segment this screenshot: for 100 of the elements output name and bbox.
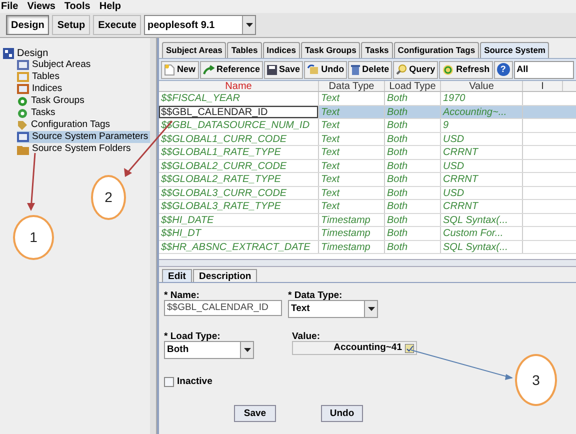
table-row[interactable]: $$HI_DATE Timestamp Both SQL Syntax(... — [159, 214, 576, 227]
table-cell: Both — [385, 227, 441, 240]
table-cell: Both — [385, 240, 441, 253]
checkbox-label: Inactive — [177, 375, 212, 389]
mode-button[interactable]: Setup — [52, 15, 90, 35]
value-field[interactable]: Accounting~41 — [292, 341, 417, 355]
tab[interactable]: Task Groups — [300, 42, 360, 58]
toolbar-button[interactable]: Query — [393, 60, 438, 78]
table-row[interactable]: $$GLOBAL1_CURR_CODE Text Both USD — [159, 132, 576, 146]
help-button[interactable]: ? — [494, 60, 513, 78]
table-cell: Text — [319, 132, 385, 145]
column-header[interactable]: I — [523, 81, 563, 91]
table-cell: $$GLOBAL1_RATE_TYPE — [159, 146, 319, 158]
arrow-icon — [202, 64, 215, 74]
tree-item[interactable]: Design — [3, 47, 150, 59]
table-cell: Both — [385, 160, 441, 172]
table-row[interactable]: $$FISCAL_YEAR Text Both 1970 — [159, 92, 576, 106]
caret-icon — [244, 348, 250, 352]
table-cell: CRRNT — [441, 173, 523, 186]
table-cell: SQL Syntax(... — [441, 240, 523, 253]
table-row[interactable]: $$GLOBAL2_RATE_TYPE Text Both CRRNT — [159, 173, 576, 186]
table-cell: $$GLOBAL3_RATE_TYPE — [159, 200, 319, 212]
form-button[interactable]: Save — [234, 405, 276, 422]
data-type-dropdown[interactable]: Text — [288, 300, 378, 318]
table-cell: Timestamp — [319, 240, 385, 253]
table-cell: Timestamp — [319, 214, 385, 226]
table-cell: $$HI_DATE — [159, 214, 319, 226]
table-cell: Both — [385, 92, 441, 104]
table-cell: Both — [385, 119, 441, 132]
table-cell: 1970 — [441, 92, 523, 104]
table-row[interactable]: $$GLOBAL3_CURR_CODE Text Both USD — [159, 186, 576, 200]
menu-item[interactable]: Help — [99, 2, 122, 12]
table-cell: $$HR_ABSNC_EXTRACT_DATE — [159, 240, 319, 253]
splitter[interactable] — [159, 259, 576, 267]
table-cell: Text — [319, 146, 385, 158]
tab[interactable]: Edit — [162, 269, 192, 282]
splitter[interactable] — [150, 38, 157, 434]
table-row[interactable]: $$HI_DT Timestamp Both Custom For... — [159, 227, 576, 240]
table-cell: $$GBL_CALENDAR_ID — [159, 106, 319, 118]
save-icon — [267, 64, 278, 74]
toolbar-button[interactable]: Save — [264, 60, 304, 78]
table-row[interactable]: $$GBL_CALENDAR_ID Text Both Accounting~... — [159, 106, 576, 119]
table-cell: $$GLOBAL2_RATE_TYPE — [159, 173, 319, 186]
table-cell: CRRNT — [441, 200, 523, 212]
column-header[interactable]: Data Type — [319, 81, 385, 91]
callout-number: 3 — [515, 354, 557, 406]
table-cell: Text — [319, 186, 385, 199]
undo-icon — [307, 64, 320, 75]
column-header[interactable]: Value — [441, 81, 523, 91]
menu-item[interactable]: File — [1, 2, 18, 12]
table-cell: USD — [441, 186, 523, 199]
tab[interactable]: Tables — [227, 42, 262, 58]
toolbar-button[interactable]: Refresh — [439, 60, 493, 78]
table-row[interactable]: $$GLOBAL3_RATE_TYPE Text Both CRRNT — [159, 200, 576, 214]
column-header[interactable]: Name — [159, 81, 319, 91]
table-cell: Both — [385, 106, 441, 118]
tree-item[interactable]: Configuration Tags — [17, 119, 112, 131]
table-cell: CRRNT — [441, 146, 523, 158]
toolbar-button[interactable]: New — [161, 60, 199, 78]
tab[interactable]: Description — [192, 269, 258, 282]
filter-dropdown[interactable]: All — [514, 60, 574, 78]
toolbar-button[interactable]: Delete — [348, 60, 392, 78]
column-header[interactable]: Load Type — [385, 81, 441, 91]
table-cell: Both — [385, 146, 441, 158]
load-type-dropdown[interactable]: Both — [164, 341, 254, 359]
tree-item[interactable]: Tasks — [17, 107, 58, 119]
field-label: * Data Type: — [288, 289, 344, 300]
tree-item[interactable]: Subject Areas — [17, 59, 93, 71]
tree-item[interactable]: Indices — [17, 83, 64, 95]
table-cell: $$GLOBAL2_CURR_CODE — [159, 160, 319, 172]
toolbar-button[interactable]: Undo — [304, 60, 348, 78]
table-row[interactable]: $$HR_ABSNC_EXTRACT_DATE Timestamp Both SQL Syntax(... — [159, 240, 576, 254]
tab[interactable]: Subject Areas — [162, 42, 226, 58]
search-icon — [396, 64, 408, 75]
table-cell: USD — [441, 132, 523, 145]
table-cell: Timestamp — [319, 227, 385, 240]
menu-item[interactable]: Tools — [64, 2, 90, 12]
tab[interactable]: Indices — [262, 42, 300, 58]
table-row[interactable]: $$GLOBAL1_RATE_TYPE Text Both CRRNT — [159, 146, 576, 160]
table-cell: $$GLOBAL3_CURR_CODE — [159, 186, 319, 199]
form-button[interactable]: Undo — [321, 405, 363, 422]
tree-item[interactable]: Task Groups — [17, 95, 86, 107]
mode-button[interactable]: Design — [6, 15, 50, 35]
tab[interactable]: Tasks — [361, 42, 393, 58]
name-field[interactable]: $$GBL_CALENDAR_ID — [164, 300, 282, 316]
tab[interactable]: Configuration Tags — [394, 42, 480, 58]
container-dropdown[interactable]: peoplesoft 9.1 — [144, 15, 256, 35]
toolbar-button[interactable]: Reference — [200, 60, 264, 78]
tree-item[interactable]: Source System Folders — [17, 143, 133, 155]
table-cell: Custom For... — [441, 227, 523, 240]
table-cell: Text — [319, 119, 385, 132]
tab[interactable]: Source System — [480, 42, 550, 58]
menu-item[interactable]: Views — [27, 2, 56, 12]
caret-icon — [368, 307, 374, 311]
tree-item[interactable]: Source System Parameters — [17, 131, 150, 143]
table-cell: Text — [319, 160, 385, 172]
mode-button[interactable]: Execute — [93, 15, 142, 35]
tree-item[interactable]: Tables — [17, 71, 62, 83]
table-row[interactable]: $$GLOBAL2_CURR_CODE Text Both USD — [159, 160, 576, 173]
table-cell: Both — [385, 186, 441, 199]
